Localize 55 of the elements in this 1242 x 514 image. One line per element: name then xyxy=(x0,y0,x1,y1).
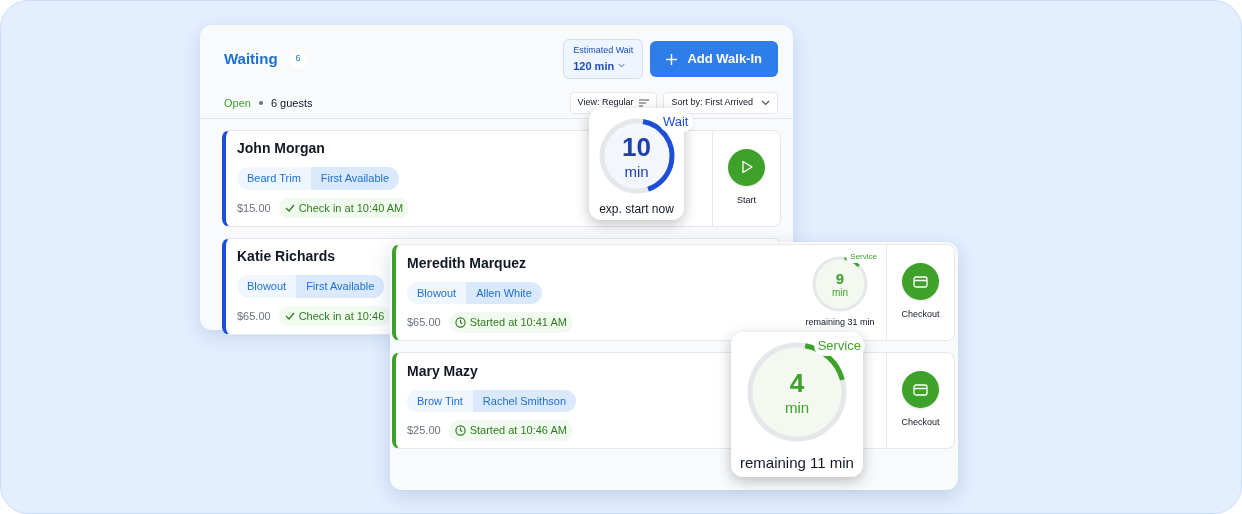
guest-name: Mary Mazy xyxy=(407,361,478,381)
guest-name: Meredith Marquez xyxy=(407,253,526,273)
staff-tag: Allen White xyxy=(466,281,542,304)
service-tag: Beard Trim xyxy=(237,167,311,190)
plus-icon xyxy=(666,53,678,65)
check-icon xyxy=(284,202,295,213)
open-status: Open xyxy=(224,95,251,111)
lines-icon xyxy=(639,98,650,107)
status-text: Check in at 10:40 AM xyxy=(298,200,404,216)
sort-dropdown[interactable]: Sort by: First Arrived xyxy=(663,92,778,114)
timer-unit: min xyxy=(831,287,849,298)
guest-name: Katie Richards xyxy=(237,247,336,266)
chevron-icon xyxy=(761,99,770,106)
timer-label: Service xyxy=(813,336,865,356)
action-label: Start xyxy=(737,193,756,207)
price: $65.00 xyxy=(407,315,441,330)
timer-caption: remaining 11 min xyxy=(740,453,854,473)
status-text: Started at 10:46 AM xyxy=(469,423,567,438)
timer-unit: min xyxy=(784,399,810,415)
timer-value: 4 xyxy=(789,369,805,396)
checkout-button[interactable] xyxy=(902,263,939,301)
add-walk-in-button[interactable]: Add Walk-In xyxy=(650,41,778,77)
service-tag: Blowout xyxy=(237,275,297,298)
estimated-wait-button[interactable]: Estimated Wait 120 min xyxy=(563,39,644,79)
price: $25.00 xyxy=(407,423,441,438)
price: $65.00 xyxy=(237,308,271,324)
card-icon xyxy=(913,275,928,288)
timer-value: 10 xyxy=(622,133,651,160)
timer-label: Wait xyxy=(658,112,693,132)
card-icon xyxy=(913,383,928,396)
guest-name: John Morgan xyxy=(237,139,325,158)
staff-tag: Rachel Smithson xyxy=(472,389,576,412)
staff-tag: First Available xyxy=(310,167,400,190)
count-badge: 6 xyxy=(289,50,307,68)
timer-unit: min xyxy=(624,163,649,179)
timer-caption: remaining 31 min xyxy=(805,316,875,330)
status-text: Started at 10:41 AM xyxy=(469,315,567,330)
clock-icon xyxy=(454,424,466,436)
checkout-button[interactable] xyxy=(902,371,939,409)
start-button[interactable] xyxy=(728,148,765,186)
service-tag: Blowout xyxy=(407,281,467,304)
chevron-icon xyxy=(618,63,626,69)
status-text: Check in at 10:46 xyxy=(298,308,385,324)
check-icon xyxy=(284,310,295,321)
price: $15.00 xyxy=(237,200,271,216)
action-label: Checkout xyxy=(901,416,940,430)
clock-icon xyxy=(454,316,466,328)
guest-count: 6 guests xyxy=(270,95,313,111)
timer-caption: exp. start now xyxy=(599,201,674,218)
panel-title: Waiting xyxy=(224,48,278,69)
timer-value: 9 xyxy=(835,270,845,286)
service-tag: Brow Tint xyxy=(407,389,473,412)
staff-tag: First Available xyxy=(296,275,385,298)
action-label: Checkout xyxy=(901,308,940,322)
play-icon xyxy=(739,160,754,175)
